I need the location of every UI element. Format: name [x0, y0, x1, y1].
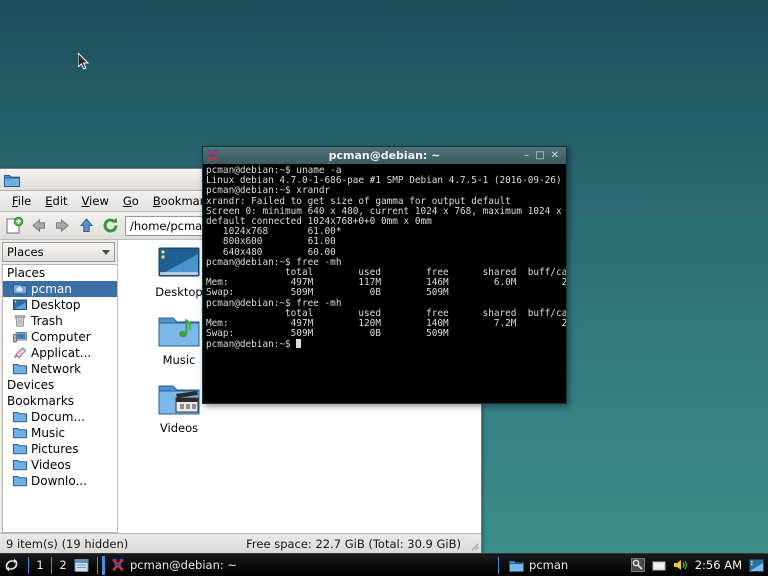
- sidebar-item-computer[interactable]: Computer: [3, 329, 117, 345]
- item-count-label: 9 item(s) (19 hidden): [6, 536, 129, 551]
- file-manager-statusbar: 9 item(s) (19 hidden) Free space: 22.7 G…: [0, 533, 481, 553]
- sidebar-item-applications[interactable]: Applicat...: [3, 345, 117, 361]
- terminal-title: pcman@debian: ~: [328, 149, 441, 162]
- sidebar-item-label: Music: [31, 426, 66, 440]
- task-button-terminal[interactable]: pcman@debian: ~: [102, 555, 243, 575]
- task-button-file-manager[interactable]: pcman: [503, 556, 574, 575]
- folder-icon: [13, 428, 27, 439]
- file-item-label: Videos: [159, 421, 199, 435]
- sidebar-item-documents[interactable]: Docum...: [3, 409, 117, 425]
- folder-icon: [509, 560, 524, 572]
- menu-view[interactable]: View: [76, 192, 115, 210]
- sidebar-item-label: Videos: [31, 458, 71, 472]
- trash-icon: [14, 315, 26, 327]
- sidebar-item-desktop[interactable]: Desktop: [3, 297, 117, 313]
- sidebar-item-label: Downlo...: [31, 474, 87, 488]
- system-tray[interactable]: 2:56 AM: [630, 558, 768, 572]
- taskbar-separator-2: [97, 556, 98, 574]
- close-button[interactable]: ✕: [551, 150, 559, 161]
- network-folder-icon: [13, 364, 27, 375]
- sidebar-item-network[interactable]: Network: [3, 361, 117, 377]
- taskbar-separator-3: [498, 556, 500, 574]
- menu-go[interactable]: Go: [117, 192, 145, 210]
- sidebar-item-label: Docum...: [31, 410, 85, 424]
- places-header: Places: [7, 266, 46, 280]
- resize-grip-icon[interactable]: [469, 541, 479, 551]
- file-manager-sidebar[interactable]: Places Places pcman Desktop Trash Comput…: [0, 240, 118, 533]
- sidebar-item-videos[interactable]: Videos: [3, 457, 117, 473]
- sidebar-item-label: pcman: [31, 282, 72, 296]
- desktop-pager-icon[interactable]: [749, 558, 764, 572]
- workspace-separator: [51, 556, 52, 574]
- places-tree[interactable]: Places pcman Desktop Trash Computer Appl…: [2, 264, 117, 533]
- folder-icon: [13, 444, 27, 455]
- taskbar[interactable]: 1 2 pcman@debian: ~ pcman 2:56 AM: [0, 553, 768, 576]
- folder-icon: [13, 412, 27, 423]
- sidebar-item-downloads[interactable]: Downlo...: [3, 473, 117, 489]
- home-folder-icon: [13, 284, 27, 295]
- mouse-pointer-icon: [78, 53, 90, 70]
- sidebar-item-label: Applicat...: [31, 346, 92, 360]
- folder-icon: [13, 476, 27, 487]
- sidebar-item-label: Computer: [31, 330, 91, 344]
- devices-header: Devices: [7, 378, 55, 392]
- taskbar-separator: [28, 556, 29, 574]
- sidebar-item-pictures[interactable]: Pictures: [3, 441, 117, 457]
- music-folder-icon: [158, 317, 200, 347]
- folder-icon: [4, 174, 20, 187]
- display-panel-icon[interactable]: [652, 559, 666, 572]
- sidebar-item-trash[interactable]: Trash: [3, 313, 117, 329]
- terminal-text: pcman@debian:~$ uname -a Linux debian 4.…: [206, 165, 566, 351]
- terminal-output[interactable]: pcman@debian:~$ uname -a Linux debian 4.…: [203, 164, 566, 403]
- menu-edit[interactable]: Edit: [39, 192, 73, 210]
- up-icon[interactable]: [77, 216, 96, 235]
- terminal-cursor: [296, 339, 302, 349]
- back-icon[interactable]: [29, 216, 48, 235]
- workspace-2[interactable]: 2: [56, 558, 70, 572]
- desktop-folder-icon: [158, 247, 200, 277]
- videos-folder-icon: [158, 385, 200, 415]
- places-combo[interactable]: Places: [2, 242, 115, 262]
- workspace-1[interactable]: 1: [33, 558, 47, 572]
- terminal-window-controls[interactable]: – □ ✕: [524, 150, 563, 161]
- keyboard-layout-icon[interactable]: [630, 558, 645, 572]
- terminal-titlebar[interactable]: pcman@debian: ~ – □ ✕: [203, 147, 566, 164]
- maximize-button[interactable]: □: [535, 150, 544, 161]
- menu-file[interactable]: File: [6, 192, 37, 210]
- terminal-window[interactable]: pcman@debian: ~ – □ ✕ pcman@debian:~$ un…: [202, 146, 567, 404]
- sidebar-item-pcman[interactable]: pcman: [3, 281, 117, 297]
- minimize-button[interactable]: –: [524, 150, 529, 161]
- sidebar-item-label: Desktop: [31, 298, 81, 312]
- chevron-down-icon: [102, 249, 110, 255]
- new-tab-icon[interactable]: [5, 216, 24, 235]
- reload-icon[interactable]: [101, 216, 120, 235]
- computer-icon: [13, 332, 27, 343]
- xterm-icon: [112, 558, 124, 572]
- task-button-label: pcman@debian: ~: [130, 558, 238, 572]
- sidebar-item-label: Pictures: [31, 442, 79, 456]
- folder-icon: [13, 460, 27, 471]
- lxde-menu-icon[interactable]: [3, 556, 21, 574]
- desktop-icon: [13, 299, 27, 310]
- applications-icon: [13, 347, 27, 359]
- sidebar-item-music[interactable]: Music: [3, 425, 117, 441]
- places-combo-label: Places: [7, 245, 44, 259]
- clock[interactable]: 2:56 AM: [695, 558, 742, 572]
- sidebar-item-label: Network: [31, 362, 82, 376]
- volume-icon[interactable]: [673, 558, 688, 572]
- bookmarks-header: Bookmarks: [7, 394, 75, 408]
- workspace-switcher[interactable]: 1 2: [33, 556, 70, 574]
- task-button-label: pcman: [529, 558, 569, 572]
- sidebar-item-label: Trash: [31, 314, 63, 328]
- free-space-label: Free space: 22.7 GiB (Total: 30.9 GiB): [246, 536, 461, 551]
- forward-icon[interactable]: [53, 216, 72, 235]
- show-desktop-icon[interactable]: [74, 558, 89, 573]
